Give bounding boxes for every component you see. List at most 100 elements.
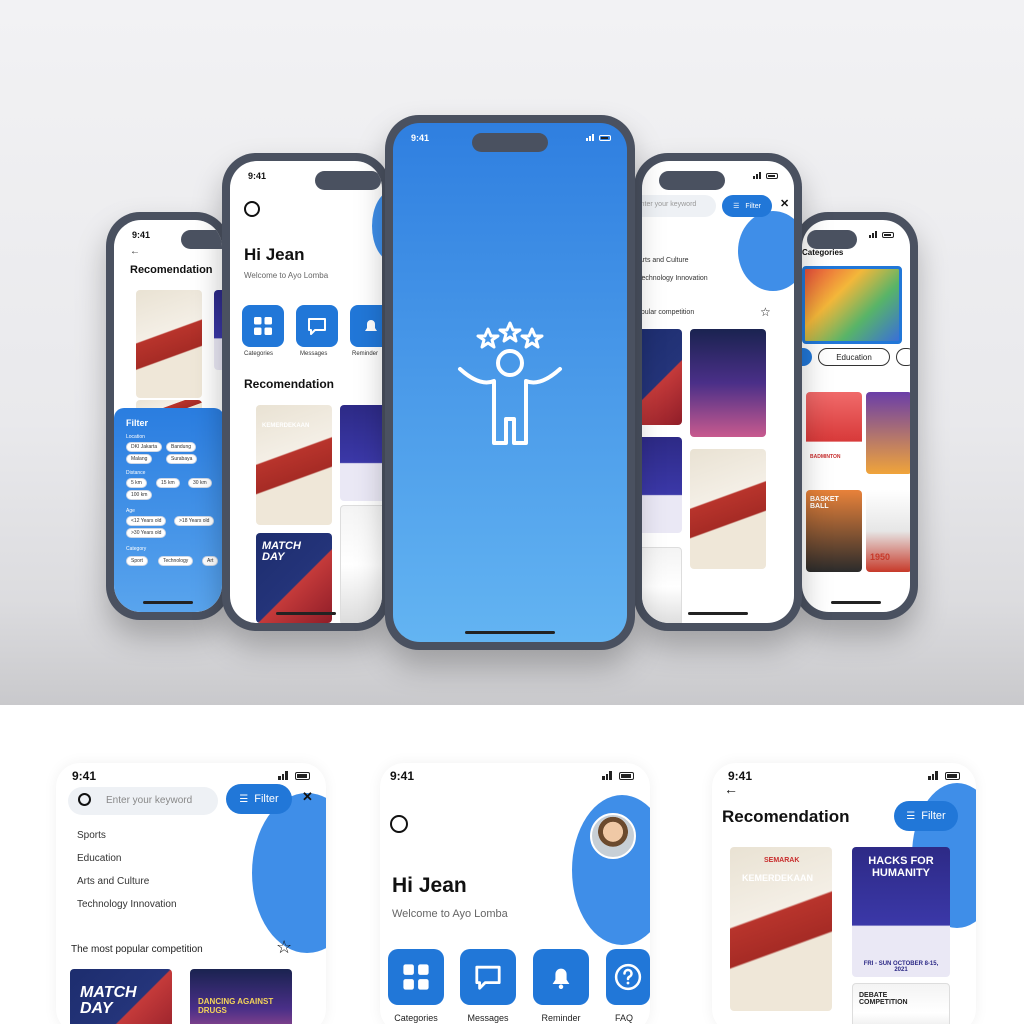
category-tab-selected[interactable] xyxy=(802,348,812,366)
poster-basketball-b[interactable]: BASKET BALL xyxy=(806,490,862,572)
poster-kemerdekaan[interactable] xyxy=(136,290,202,398)
phone-splash: 9:41 xyxy=(385,115,635,650)
chat-icon xyxy=(308,318,326,335)
decor-blob xyxy=(738,211,794,291)
suggestion-tech[interactable]: Technology Innovation xyxy=(77,899,177,910)
chip-category-1[interactable]: Sport xyxy=(126,556,148,566)
phone-notch xyxy=(472,133,548,152)
poster-debate[interactable] xyxy=(642,547,682,623)
poster-debate[interactable] xyxy=(340,505,382,623)
filter-button[interactable]: ☰ Filter xyxy=(722,195,772,217)
signal-icon xyxy=(869,231,879,238)
poster-1950-text: 1950 xyxy=(870,552,891,562)
close-icon[interactable]: ✕ xyxy=(302,789,313,805)
phone-notch xyxy=(315,171,381,190)
category-tab-education[interactable]: Education xyxy=(818,348,890,366)
search-card: 9:41 Enter your keyword ☰ Filter ✕ Sports… xyxy=(56,763,326,1024)
faq-button[interactable] xyxy=(606,949,650,1005)
poster-match-day[interactable]: MATCH DAY xyxy=(70,969,172,1024)
battery-icon xyxy=(766,172,778,179)
poster-basketball-text: BASKET BALL xyxy=(810,496,839,510)
bell-icon xyxy=(552,968,570,990)
chip-distance-3[interactable]: 30 km xyxy=(188,478,212,488)
search-input[interactable]: Enter your keyword xyxy=(642,195,716,217)
suggestion-arts[interactable]: Arts and Culture xyxy=(642,257,689,264)
poster-hacks[interactable] xyxy=(340,405,382,501)
chip-age-2[interactable]: >18 Years old xyxy=(174,516,215,526)
poster-debate[interactable]: DEBATE COMPETITION xyxy=(852,983,950,1024)
chip-category-3[interactable]: Art xyxy=(202,556,219,566)
filter-button[interactable]: ☰ Filter xyxy=(894,801,958,831)
chip-location-3[interactable]: Malang xyxy=(126,454,153,464)
grid-icon xyxy=(403,964,429,990)
poster-hacks[interactable] xyxy=(642,437,682,533)
age-label: Age xyxy=(126,508,135,514)
filter-icon: ☰ xyxy=(906,810,916,822)
phone-notch xyxy=(659,171,725,190)
poster-match-text: MATCH DAY xyxy=(80,984,137,1017)
reminder-button[interactable] xyxy=(350,305,382,347)
poster-kemerdekaan[interactable]: SEMARAK KEMERDEKAAN xyxy=(730,847,832,1011)
filter-button[interactable]: ☰ Filter xyxy=(226,784,292,814)
poster-kemerdekaan-text: KEMERDEKAAN xyxy=(262,423,310,429)
back-arrow-icon[interactable]: ← xyxy=(130,246,140,257)
suggestion-sports[interactable]: Sports xyxy=(77,830,106,841)
poster-hacks[interactable] xyxy=(214,290,222,370)
popular-title: The most popular competition xyxy=(71,944,203,955)
search-placeholder: Enter your keyword xyxy=(106,795,193,806)
back-arrow-icon[interactable]: ← xyxy=(724,781,738,797)
poster-dancing[interactable] xyxy=(690,329,766,437)
search-screen: Enter your keyword ☰ Filter ✕ Arts and Cu… xyxy=(642,161,794,623)
reminder-button[interactable] xyxy=(533,949,589,1005)
question-icon xyxy=(614,963,642,991)
chip-location-1[interactable]: DKI Jakarta xyxy=(126,442,163,452)
recommendation-title: Recomendation xyxy=(130,264,213,276)
filter-icon: ☰ xyxy=(733,203,740,210)
poster-hacks-date: FRI - SUN OCTOBER 8-15, 2021 xyxy=(863,961,939,973)
chip-age-3[interactable]: >30 Years old xyxy=(126,528,167,538)
chip-distance-4[interactable]: 100 km xyxy=(126,490,153,500)
phone-notch xyxy=(807,230,857,249)
categories-button[interactable] xyxy=(242,305,284,347)
star-icon[interactable]: ☆ xyxy=(760,305,771,319)
status-icons xyxy=(586,134,611,141)
close-icon[interactable]: ✕ xyxy=(780,197,789,210)
phone-categories: Categories Education BADMINTON BASKET BA… xyxy=(794,212,918,620)
chip-location-2[interactable]: Bandung xyxy=(166,442,197,452)
search-placeholder: Enter your keyword xyxy=(642,201,697,208)
poster-1950[interactable]: 1950 xyxy=(866,490,910,572)
avatar[interactable] xyxy=(590,813,636,859)
search-icon[interactable] xyxy=(244,201,260,217)
categories-button[interactable] xyxy=(388,949,444,1005)
suggestion-tech[interactable]: Technology Innovation xyxy=(642,275,708,282)
chip-age-1[interactable]: <12 Years old xyxy=(126,516,167,526)
search-icon[interactable] xyxy=(390,815,408,833)
suggestion-arts[interactable]: Arts and Culture xyxy=(77,876,149,887)
poster-basketball-a[interactable] xyxy=(866,392,910,474)
poster-dancing[interactable]: DANCING AGAINST DRUGS xyxy=(190,969,292,1024)
phone-search: Enter your keyword ☰ Filter ✕ Arts and Cu… xyxy=(634,153,802,631)
poster-badminton[interactable]: BADMINTON xyxy=(806,392,862,474)
messages-button[interactable] xyxy=(296,305,338,347)
categories-screen: Categories Education BADMINTON BASKET BA… xyxy=(802,220,910,612)
suggestion-education[interactable]: Education xyxy=(77,853,121,864)
poster-match-day[interactable] xyxy=(642,329,682,425)
poster-kemerdekaan[interactable] xyxy=(690,449,766,569)
battery-icon xyxy=(945,771,960,780)
chip-distance-1[interactable]: 5 km xyxy=(126,478,147,488)
chip-distance-2[interactable]: 15 km xyxy=(156,478,180,488)
category-tab-more[interactable] xyxy=(896,348,910,366)
search-input[interactable]: Enter your keyword xyxy=(68,787,218,815)
chip-location-4[interactable]: Surabaya xyxy=(166,454,198,464)
messages-label: Messages xyxy=(300,351,328,357)
category-banner[interactable] xyxy=(802,266,902,344)
poster-match-day[interactable]: MATCH DAY xyxy=(256,533,332,623)
messages-button[interactable] xyxy=(460,949,516,1005)
popular-title: The most popular competition xyxy=(642,309,695,316)
poster-kemerdekaan[interactable]: KEMERDEKAAN xyxy=(256,405,332,525)
poster-hacks[interactable]: HACKS FOR HUMANITY FRI - SUN OCTOBER 8-1… xyxy=(852,847,950,977)
chip-category-2[interactable]: Technology xyxy=(158,556,194,566)
filter-icon: ☰ xyxy=(239,793,249,805)
star-icon[interactable]: ☆ xyxy=(276,937,292,958)
phone-home: 9:41 Hi Jean Welcome to Ayo Lomba Catego… xyxy=(222,153,390,631)
